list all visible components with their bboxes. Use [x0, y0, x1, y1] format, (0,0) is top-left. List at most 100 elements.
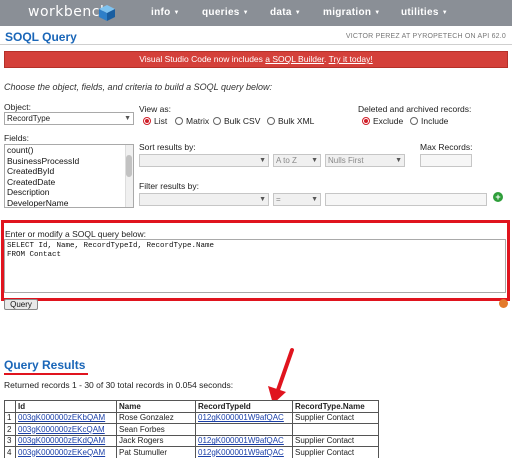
- exclude-radio[interactable]: [362, 117, 370, 125]
- listbox-scrollbar[interactable]: [125, 145, 133, 207]
- chevron-down-icon: ▼: [374, 10, 381, 16]
- query-label: Enter or modify a SOQL query below:: [5, 229, 146, 239]
- chevron-down-icon: ▼: [395, 157, 402, 164]
- deleted-records-label: Deleted and archived records:: [358, 104, 472, 114]
- fields-label: Fields:: [4, 133, 30, 143]
- field-option[interactable]: BusinessProcessId: [5, 156, 133, 167]
- column-header: [4, 400, 16, 413]
- field-option[interactable]: Description: [5, 187, 133, 198]
- view-bulk-csv-radio[interactable]: [213, 117, 221, 125]
- chevron-down-icon: ▼: [259, 196, 266, 203]
- view-bulk-xml-label: Bulk XML: [278, 116, 315, 126]
- recordtypeid-link[interactable]: 012gK000001W9afQAC: [198, 413, 284, 422]
- top-nav: workbench info ▼ queries ▼ data ▼ migration…: [0, 0, 512, 26]
- row-number: 3: [4, 434, 16, 447]
- table-header-row: Id Name RecordTypeId RecordType.Name: [4, 400, 379, 413]
- row-number: 1: [4, 411, 16, 424]
- name-cell: Pat Stumuller: [116, 446, 196, 458]
- max-records-input[interactable]: [420, 154, 472, 167]
- soql-builder-link[interactable]: a SOQL Builder: [265, 54, 324, 64]
- include-radio[interactable]: [410, 117, 418, 125]
- max-records-label: Max Records:: [420, 142, 473, 152]
- record-id-link[interactable]: 003gK000000zEKeQAM: [18, 448, 105, 457]
- recordtypeid-cell: [195, 423, 293, 436]
- column-header-recordtypeid[interactable]: RecordTypeId: [195, 400, 293, 413]
- chevron-down-icon: ▼: [311, 196, 318, 203]
- nav-migration[interactable]: migration ▼: [323, 7, 381, 18]
- nav-utilities[interactable]: utilities ▼: [401, 7, 448, 18]
- chevron-down-icon: ▼: [242, 10, 249, 16]
- recordtype-name-cell: Supplier Contact: [292, 411, 379, 424]
- view-list-radio[interactable]: [143, 117, 151, 125]
- workbench-cube-icon: [99, 5, 115, 21]
- banner-text: Visual Studio Code now includes: [139, 54, 263, 64]
- chevron-down-icon: ▼: [173, 10, 180, 16]
- field-option[interactable]: CreatedById: [5, 166, 133, 177]
- name-cell: Jack Rogers: [116, 434, 196, 447]
- sort-direction-select[interactable]: A to Z ▼: [273, 154, 321, 167]
- recordtype-name-cell: Supplier Contact: [292, 446, 379, 458]
- query-button[interactable]: Query: [4, 299, 38, 310]
- record-id-cell: 003gK000000zEKeQAM: [15, 446, 117, 458]
- record-id-link[interactable]: 003gK000000zEKbQAM: [18, 413, 105, 422]
- filter-label: Filter results by:: [139, 181, 199, 191]
- fields-listbox[interactable]: count() BusinessProcessId CreatedById Cr…: [4, 144, 134, 208]
- chevron-down-icon: ▼: [294, 10, 302, 16]
- filter-value-input[interactable]: [325, 193, 487, 206]
- recordtypeid-link[interactable]: 012gK000001W9afQAC: [198, 436, 284, 445]
- field-option[interactable]: count(): [5, 145, 133, 156]
- chevron-down-icon: ▼: [259, 157, 266, 164]
- view-matrix-label: Matrix: [186, 116, 210, 126]
- include-label: Include: [421, 116, 449, 126]
- table-row: 4 003gK000000zEKeQAM Pat Stumuller 012gK…: [4, 446, 379, 458]
- record-id-link[interactable]: 003gK000000zEKdQAM: [18, 436, 105, 445]
- title-underline: [4, 373, 88, 375]
- chevron-down-icon: ▼: [441, 10, 448, 16]
- field-option[interactable]: CreatedDate: [5, 177, 133, 188]
- table-row: 2 003gK000000zEKcQAM Sean Forbes: [4, 423, 379, 436]
- record-id-cell: 003gK000000zEKcQAM: [15, 423, 117, 436]
- divider: [0, 44, 512, 45]
- recordtype-name-cell: [292, 423, 379, 436]
- sort-field-select[interactable]: ▼: [139, 154, 269, 167]
- try-it-link[interactable]: Try it today!: [329, 54, 373, 64]
- chevron-down-icon: ▼: [311, 157, 318, 164]
- nav-info[interactable]: info ▼: [151, 7, 180, 18]
- row-number: 4: [4, 446, 16, 458]
- view-matrix-radio[interactable]: [175, 117, 183, 125]
- filter-operator-select[interactable]: = ▼: [273, 193, 321, 206]
- add-filter-plus-icon[interactable]: +: [493, 192, 503, 202]
- field-option[interactable]: DeveloperName: [5, 198, 133, 208]
- nav-queries[interactable]: queries ▼: [202, 7, 249, 18]
- user-info: VICTOR PEREZ AT PYROPETECH ON API 62.0: [345, 33, 506, 40]
- column-header-name[interactable]: Name: [116, 400, 196, 413]
- recordtype-name-cell: Supplier Contact: [292, 434, 379, 447]
- announcement-banner: Visual Studio Code now includes a SOQL B…: [4, 51, 508, 68]
- object-label: Object:: [4, 102, 31, 112]
- name-cell: Rose Gonzalez: [116, 411, 196, 424]
- nav-data[interactable]: data ▼: [270, 7, 301, 18]
- recordtypeid-link[interactable]: 012gK000001W9afQAC: [198, 448, 284, 457]
- column-header-id[interactable]: Id: [15, 400, 117, 413]
- name-cell: Sean Forbes: [116, 423, 196, 436]
- recordtypeid-cell: 012gK000001W9afQAC: [195, 434, 293, 447]
- record-id-link[interactable]: 003gK000000zEKcQAM: [18, 425, 105, 434]
- table-row: 1 003gK000000zEKbQAM Rose Gonzalez 012gK…: [4, 411, 379, 424]
- resize-handle-icon[interactable]: [499, 299, 508, 308]
- column-header-recordtype-name[interactable]: RecordType.Name: [292, 400, 379, 413]
- chevron-down-icon: ▼: [124, 115, 131, 122]
- sort-nulls-select[interactable]: Nulls First ▼: [325, 154, 405, 167]
- view-as-label: View as:: [139, 104, 171, 114]
- object-select[interactable]: RecordType ▼: [4, 112, 134, 125]
- scrollbar-thumb[interactable]: [126, 155, 132, 177]
- record-id-cell: 003gK000000zEKdQAM: [15, 434, 117, 447]
- view-bulk-csv-label: Bulk CSV: [224, 116, 261, 126]
- table-row: 3 003gK000000zEKdQAM Jack Rogers 012gK00…: [4, 434, 379, 447]
- view-list-label: List: [154, 116, 168, 126]
- view-bulk-xml-radio[interactable]: [267, 117, 275, 125]
- results-table: Id Name RecordTypeId RecordType.Name 1 0…: [4, 400, 379, 458]
- soql-query-textarea[interactable]: SELECT Id, Name, RecordTypeId, RecordTyp…: [4, 239, 506, 293]
- annotation-arrow-icon: [268, 348, 294, 404]
- filter-field-select[interactable]: ▼: [139, 193, 269, 206]
- row-number: 2: [4, 423, 16, 436]
